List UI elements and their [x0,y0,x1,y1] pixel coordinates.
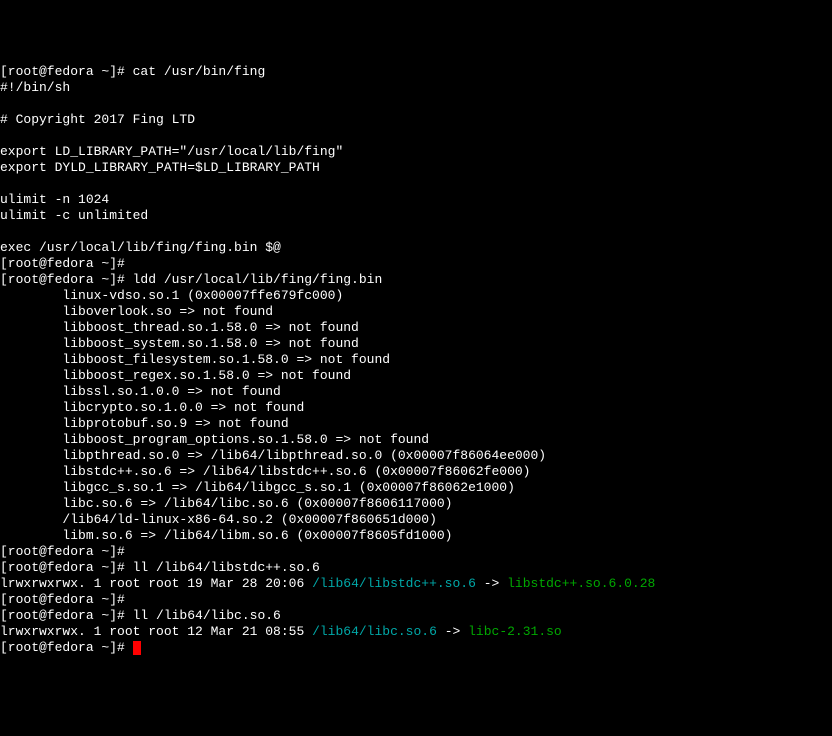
terminal-line: libcrypto.so.1.0.0 => not found [0,400,832,416]
terminal-line: ulimit -n 1024 [0,192,832,208]
terminal[interactable]: [root@fedora ~]# cat /usr/bin/fing#!/bin… [0,64,832,656]
terminal-line: libprotobuf.so.9 => not found [0,416,832,432]
terminal-text-segment: /lib64/libc.so.6 [312,624,437,639]
terminal-line [0,96,832,112]
terminal-text-segment: libboost_regex.so.1.58.0 => not found [0,368,351,383]
terminal-text-segment: lrwxrwxrwx. 1 root root 19 Mar 28 20:06 [0,576,312,591]
terminal-text-segment: libcrypto.so.1.0.0 => not found [0,400,304,415]
terminal-line: libgcc_s.so.1 => /lib64/libgcc_s.so.1 (0… [0,480,832,496]
terminal-line: libboost_filesystem.so.1.58.0 => not fou… [0,352,832,368]
terminal-line: #!/bin/sh [0,80,832,96]
terminal-text-segment: [root@fedora ~]# ldd /usr/local/lib/fing… [0,272,382,287]
terminal-cursor [133,641,141,655]
terminal-text-segment: libgcc_s.so.1 => /lib64/libgcc_s.so.1 (0… [0,480,515,495]
terminal-line: libssl.so.1.0.0 => not found [0,384,832,400]
terminal-text-segment: export DYLD_LIBRARY_PATH=$LD_LIBRARY_PAT… [0,160,320,175]
terminal-text-segment: /lib64/libstdc++.so.6 [312,576,476,591]
terminal-line: [root@fedora ~]# ldd /usr/local/lib/fing… [0,272,832,288]
terminal-line: [root@fedora ~]# [0,256,832,272]
terminal-text-segment: [root@fedora ~]# [0,592,125,607]
terminal-line: libboost_thread.so.1.58.0 => not found [0,320,832,336]
terminal-text-segment: ulimit -n 1024 [0,192,109,207]
terminal-line: liboverlook.so => not found [0,304,832,320]
terminal-line: ulimit -c unlimited [0,208,832,224]
terminal-text-segment: libc.so.6 => /lib64/libc.so.6 (0x00007f8… [0,496,452,511]
terminal-text-segment: libboost_system.so.1.58.0 => not found [0,336,359,351]
terminal-text-segment: -> [437,624,468,639]
terminal-text-segment: #!/bin/sh [0,80,70,95]
terminal-text-segment: /lib64/ld-linux-x86-64.so.2 (0x00007f860… [0,512,437,527]
terminal-line: libboost_system.so.1.58.0 => not found [0,336,832,352]
terminal-line: libboost_regex.so.1.58.0 => not found [0,368,832,384]
terminal-line: [root@fedora ~]# [0,592,832,608]
terminal-line: [root@fedora ~]# cat /usr/bin/fing [0,64,832,80]
terminal-line: linux-vdso.so.1 (0x00007ffe679fc000) [0,288,832,304]
terminal-line: /lib64/ld-linux-x86-64.so.2 (0x00007f860… [0,512,832,528]
terminal-text-segment: [root@fedora ~]# cat /usr/bin/fing [0,64,265,79]
terminal-line: libboost_program_options.so.1.58.0 => no… [0,432,832,448]
terminal-text-segment: export LD_LIBRARY_PATH="/usr/local/lib/f… [0,144,343,159]
terminal-text-segment: lrwxrwxrwx. 1 root root 12 Mar 21 08:55 [0,624,312,639]
terminal-line: libc.so.6 => /lib64/libc.so.6 (0x00007f8… [0,496,832,512]
terminal-text-segment: -> [476,576,507,591]
terminal-text-segment: libm.so.6 => /lib64/libm.so.6 (0x00007f8… [0,528,452,543]
terminal-line: libstdc++.so.6 => /lib64/libstdc++.so.6 … [0,464,832,480]
terminal-line: [root@fedora ~]# ll /lib64/libc.so.6 [0,608,832,624]
terminal-line: [root@fedora ~]# [0,544,832,560]
terminal-line: export LD_LIBRARY_PATH="/usr/local/lib/f… [0,144,832,160]
terminal-text-segment: # Copyright 2017 Fing LTD [0,112,195,127]
terminal-text-segment: linux-vdso.so.1 (0x00007ffe679fc000) [0,288,343,303]
terminal-line [0,128,832,144]
terminal-line: lrwxrwxrwx. 1 root root 19 Mar 28 20:06 … [0,576,832,592]
terminal-text-segment: libstdc++.so.6.0.28 [507,576,655,591]
terminal-line: libpthread.so.0 => /lib64/libpthread.so.… [0,448,832,464]
terminal-text-segment: [root@fedora ~]# [0,640,133,655]
terminal-line: libm.so.6 => /lib64/libm.so.6 (0x00007f8… [0,528,832,544]
terminal-line: exec /usr/local/lib/fing/fing.bin $@ [0,240,832,256]
terminal-text-segment: libprotobuf.so.9 => not found [0,416,289,431]
terminal-text-segment: [root@fedora ~]# ll /lib64/libstdc++.so.… [0,560,320,575]
terminal-line: export DYLD_LIBRARY_PATH=$LD_LIBRARY_PAT… [0,160,832,176]
terminal-text-segment: ulimit -c unlimited [0,208,148,223]
terminal-text-segment: libpthread.so.0 => /lib64/libpthread.so.… [0,448,546,463]
terminal-line: [root@fedora ~]# [0,640,832,656]
terminal-text-segment: exec /usr/local/lib/fing/fing.bin $@ [0,240,281,255]
terminal-text-segment: liboverlook.so => not found [0,304,273,319]
terminal-line: [root@fedora ~]# ll /lib64/libstdc++.so.… [0,560,832,576]
terminal-line [0,224,832,240]
terminal-line [0,176,832,192]
terminal-line: # Copyright 2017 Fing LTD [0,112,832,128]
terminal-line: lrwxrwxrwx. 1 root root 12 Mar 21 08:55 … [0,624,832,640]
terminal-text-segment: [root@fedora ~]# [0,256,125,271]
terminal-text-segment: libstdc++.so.6 => /lib64/libstdc++.so.6 … [0,464,531,479]
terminal-text-segment: libc-2.31.so [468,624,562,639]
terminal-text-segment: libboost_filesystem.so.1.58.0 => not fou… [0,352,390,367]
terminal-text-segment: [root@fedora ~]# [0,544,125,559]
terminal-text-segment: libssl.so.1.0.0 => not found [0,384,281,399]
terminal-text-segment: libboost_program_options.so.1.58.0 => no… [0,432,429,447]
terminal-text-segment: [root@fedora ~]# ll /lib64/libc.so.6 [0,608,281,623]
terminal-text-segment: libboost_thread.so.1.58.0 => not found [0,320,359,335]
